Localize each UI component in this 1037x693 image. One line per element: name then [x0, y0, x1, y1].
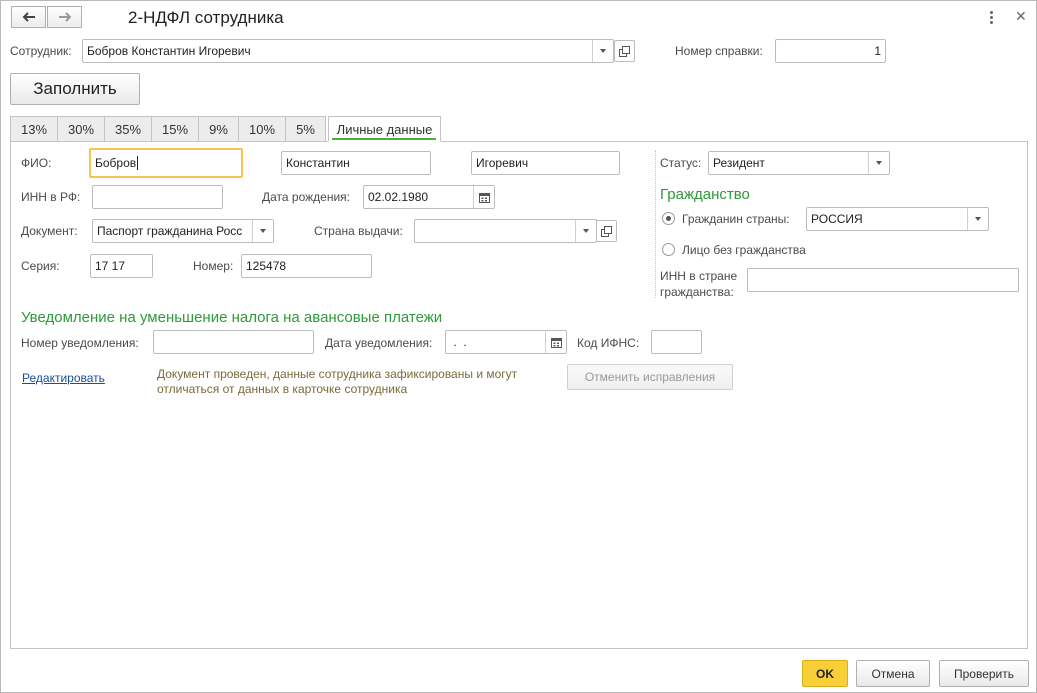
- text-cursor: [137, 156, 139, 170]
- active-tab-underline: [332, 138, 436, 140]
- foreign-inn-field[interactable]: [747, 268, 1019, 292]
- ifns-label: Код ИФНС:: [577, 336, 640, 350]
- notice-heading: Уведомление на уменьшение налога на аван…: [21, 309, 443, 326]
- tab-35[interactable]: 35%: [104, 116, 152, 142]
- notice-date-value: . .: [450, 335, 467, 349]
- arrow-right-icon: [58, 12, 71, 22]
- arrow-left-icon: [22, 12, 35, 22]
- fill-button[interactable]: Заполнить: [10, 73, 140, 105]
- employee-label: Сотрудник:: [10, 44, 72, 58]
- issue-country-dropdown-button[interactable]: [575, 220, 596, 242]
- check-button[interactable]: Проверить: [939, 660, 1029, 687]
- certificate-label: Номер справки:: [675, 44, 763, 58]
- document-select[interactable]: Паспорт гражданина Росс: [92, 219, 274, 243]
- more-menu-icon[interactable]: [990, 11, 993, 24]
- citizen-country-select[interactable]: РОССИЯ: [806, 207, 989, 231]
- document-info-line-1: Документ проведен, данные сотрудника заф…: [157, 367, 518, 381]
- first-name-field[interactable]: Константин: [281, 151, 431, 175]
- tab-5[interactable]: 5%: [285, 116, 326, 142]
- birth-date-calendar-button[interactable]: [473, 186, 494, 208]
- tab-30[interactable]: 30%: [57, 116, 105, 142]
- notice-date-label: Дата уведомления:: [325, 336, 433, 350]
- employee-value: Бобров Константин Игоревич: [87, 44, 251, 58]
- citizen-country-dropdown-button[interactable]: [967, 208, 988, 230]
- status-label: Статус:: [660, 156, 702, 170]
- cancel-button[interactable]: Отмена: [856, 660, 930, 687]
- document-value: Паспорт гражданина Росс: [97, 224, 243, 238]
- citizen-country-value: РОССИЯ: [811, 212, 863, 226]
- stateless-radio[interactable]: [662, 243, 675, 256]
- cancel-corrections-button[interactable]: Отменить исправления: [567, 364, 733, 390]
- tab-10[interactable]: 10%: [238, 116, 286, 142]
- calendar-icon: [550, 337, 562, 348]
- issue-country-label: Страна выдачи:: [314, 224, 403, 238]
- certificate-number-field[interactable]: 1: [775, 39, 886, 63]
- employee-field[interactable]: Бобров Константин Игоревич: [82, 39, 614, 63]
- certificate-number-value: 1: [874, 44, 881, 58]
- issue-country-open-button[interactable]: [596, 220, 617, 242]
- chevron-down-icon: [975, 217, 981, 221]
- first-name-value: Константин: [286, 156, 350, 170]
- chevron-down-icon: [876, 161, 882, 165]
- edit-link[interactable]: Редактировать: [22, 371, 105, 385]
- citizenship-heading: Гражданство: [660, 186, 750, 203]
- series-field[interactable]: 17 17: [90, 254, 153, 278]
- ok-button[interactable]: OK: [802, 660, 848, 687]
- tab-personal-data-label: Личные данные: [336, 121, 433, 137]
- last-name-value: Бобров: [95, 156, 137, 170]
- document-label: Документ:: [21, 224, 78, 238]
- document-dropdown-button[interactable]: [252, 220, 273, 242]
- inn-label: ИНН в РФ:: [21, 190, 81, 204]
- employee-open-button[interactable]: [614, 40, 635, 62]
- tab-13[interactable]: 13%: [10, 116, 58, 142]
- close-icon[interactable]: ✕: [1015, 8, 1027, 25]
- tab-9[interactable]: 9%: [198, 116, 239, 142]
- number-value: 125478: [246, 259, 287, 273]
- tab-15[interactable]: 15%: [151, 116, 199, 142]
- page-title: 2-НДФЛ сотрудника: [128, 8, 284, 27]
- open-form-icon: [619, 45, 630, 57]
- series-value: 17 17: [95, 259, 126, 273]
- foreign-inn-label-line1: ИНН в стране: [660, 269, 738, 283]
- open-form-icon: [601, 225, 612, 237]
- stateless-label: Лицо без гражданства: [682, 243, 806, 257]
- document-info-line-2: отличаться от данных в карточке сотрудни…: [157, 382, 408, 396]
- chevron-down-icon: [260, 229, 266, 233]
- notice-number-field[interactable]: [153, 330, 314, 354]
- middle-name-field[interactable]: Игоревич: [471, 151, 620, 175]
- last-name-field[interactable]: Бобров: [89, 148, 243, 178]
- calendar-icon: [478, 192, 490, 203]
- notice-number-label: Номер уведомления:: [21, 336, 139, 350]
- citizen-radio[interactable]: [662, 212, 675, 225]
- chevron-down-icon: [583, 229, 589, 233]
- status-dropdown-button[interactable]: [868, 152, 889, 174]
- fio-label: ФИО:: [21, 156, 52, 170]
- foreign-inn-label-line2: гражданства:: [660, 285, 734, 299]
- number-label: Номер:: [193, 259, 234, 273]
- employee-dropdown-button[interactable]: [592, 40, 613, 62]
- number-field[interactable]: 125478: [241, 254, 372, 278]
- group-separator: [655, 150, 657, 298]
- issue-country-field[interactable]: [414, 219, 597, 243]
- citizen-label: Гражданин страны:: [682, 212, 790, 226]
- notice-date-calendar-button[interactable]: [545, 331, 566, 353]
- document-info-text: Документ проведен, данные сотрудника заф…: [157, 367, 517, 397]
- ifns-field[interactable]: [651, 330, 702, 354]
- back-button[interactable]: [11, 6, 46, 28]
- chevron-down-icon: [600, 49, 606, 53]
- status-value: Резидент: [713, 156, 765, 170]
- birth-date-label: Дата рождения:: [262, 190, 350, 204]
- forward-button[interactable]: [47, 6, 82, 28]
- birth-date-value: 02.02.1980: [368, 190, 429, 204]
- middle-name-value: Игоревич: [476, 156, 529, 170]
- inn-field[interactable]: [92, 185, 223, 209]
- series-label: Серия:: [21, 259, 60, 273]
- status-select[interactable]: Резидент: [708, 151, 890, 175]
